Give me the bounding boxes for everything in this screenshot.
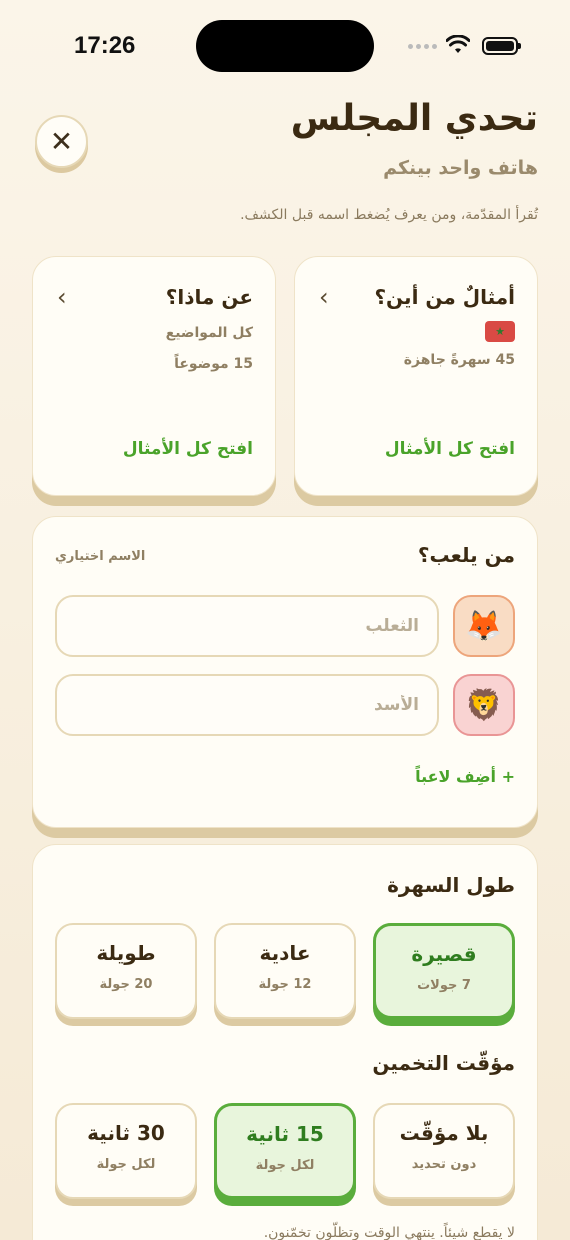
timer-option-15s[interactable]: 15 ثانية لكل جولة — [214, 1103, 356, 1199]
settings-card: طول السهرة قصيرة 7 جولات عادية 12 جولة ط… — [32, 844, 538, 1240]
chevron-left-icon: ‹ — [319, 283, 329, 311]
lion-avatar[interactable]: 🦁 — [453, 674, 515, 736]
dynamic-island — [196, 20, 374, 72]
topic-line-2: 15 موضوعاً — [174, 356, 253, 372]
timer-option-none[interactable]: بلا مؤقّت دون تحديد — [373, 1103, 515, 1199]
lion-icon: 🦁 — [465, 687, 503, 723]
option-sub: لكل جولة — [255, 1158, 315, 1173]
region-open-link[interactable]: افتح كل الأمثال — [385, 439, 515, 459]
session-option-normal[interactable]: عادية 12 جولة — [214, 923, 356, 1019]
player-1-name-input[interactable] — [55, 595, 439, 657]
timer-note: لا يقطع شيئاً. ينتهي الوقت وتظلّون تخمّن… — [263, 1225, 515, 1240]
session-option-long[interactable]: طويلة 20 جولة — [55, 923, 197, 1019]
session-length-title: طول السهرة — [387, 873, 515, 897]
players-optional-note: الاسم اختياري — [55, 549, 146, 564]
topic-open-link[interactable]: افتح كل الأمثال — [123, 439, 253, 459]
fox-icon: 🦊 — [465, 608, 503, 644]
topic-line-1: كل المواضيع — [165, 325, 253, 341]
wifi-icon — [446, 35, 470, 53]
option-sub: دون تحديد — [411, 1157, 477, 1172]
add-player-button[interactable]: + أضِف لاعباً — [415, 767, 515, 786]
option-label: 30 ثانية — [87, 1121, 165, 1145]
intro-text: تُقرأ المقدّمة، ومن يعرف يُضغط اسمه قبل … — [240, 207, 538, 223]
option-label: عادية — [259, 941, 311, 965]
topic-card-title: عن ماذا؟ — [165, 285, 253, 309]
battery-icon — [482, 37, 521, 55]
region-card-title: أمثالٌ من أين؟ — [374, 285, 515, 309]
guess-timer-title: مؤقّت التخمين — [372, 1051, 515, 1075]
timer-option-30s[interactable]: 30 ثانية لكل جولة — [55, 1103, 197, 1199]
option-sub: 12 جولة — [258, 977, 312, 992]
option-label: قصيرة — [411, 942, 477, 966]
region-detail: 45 سهرةً جاهزة — [403, 352, 515, 368]
close-icon: ✕ — [49, 125, 74, 158]
players-title: من يلعب؟ — [417, 543, 515, 567]
region-card[interactable]: أمثالٌ من أين؟ ‹ ★ 45 سهرةً جاهزة افتح ك… — [294, 256, 538, 496]
session-option-short[interactable]: قصيرة 7 جولات — [373, 923, 515, 1019]
fox-avatar[interactable]: 🦊 — [453, 595, 515, 657]
option-label: 15 ثانية — [246, 1122, 324, 1146]
flag-icon: ★ — [485, 321, 515, 342]
players-card: من يلعب؟ الاسم اختياري 🦊 🦁 + أضِف لاعباً — [32, 516, 538, 828]
option-sub: لكل جولة — [96, 1157, 156, 1172]
option-sub: 7 جولات — [417, 978, 471, 993]
chevron-left-icon: ‹ — [57, 283, 67, 311]
player-2-name-input[interactable] — [55, 674, 439, 736]
option-label: طويلة — [96, 941, 156, 965]
option-sub: 20 جولة — [99, 977, 153, 992]
option-label: بلا مؤقّت — [399, 1121, 489, 1145]
page-title: تحدي المجلس — [290, 98, 538, 139]
signal-icon — [408, 44, 437, 49]
page-subtitle: هاتف واحد بينكم — [383, 157, 538, 179]
close-button[interactable]: ✕ — [35, 115, 88, 168]
status-time: 17:26 — [74, 32, 136, 59]
status-bar: 17:26 — [0, 0, 570, 92]
topic-card[interactable]: عن ماذا؟ ‹ كل المواضيع 15 موضوعاً افتح ك… — [32, 256, 276, 496]
